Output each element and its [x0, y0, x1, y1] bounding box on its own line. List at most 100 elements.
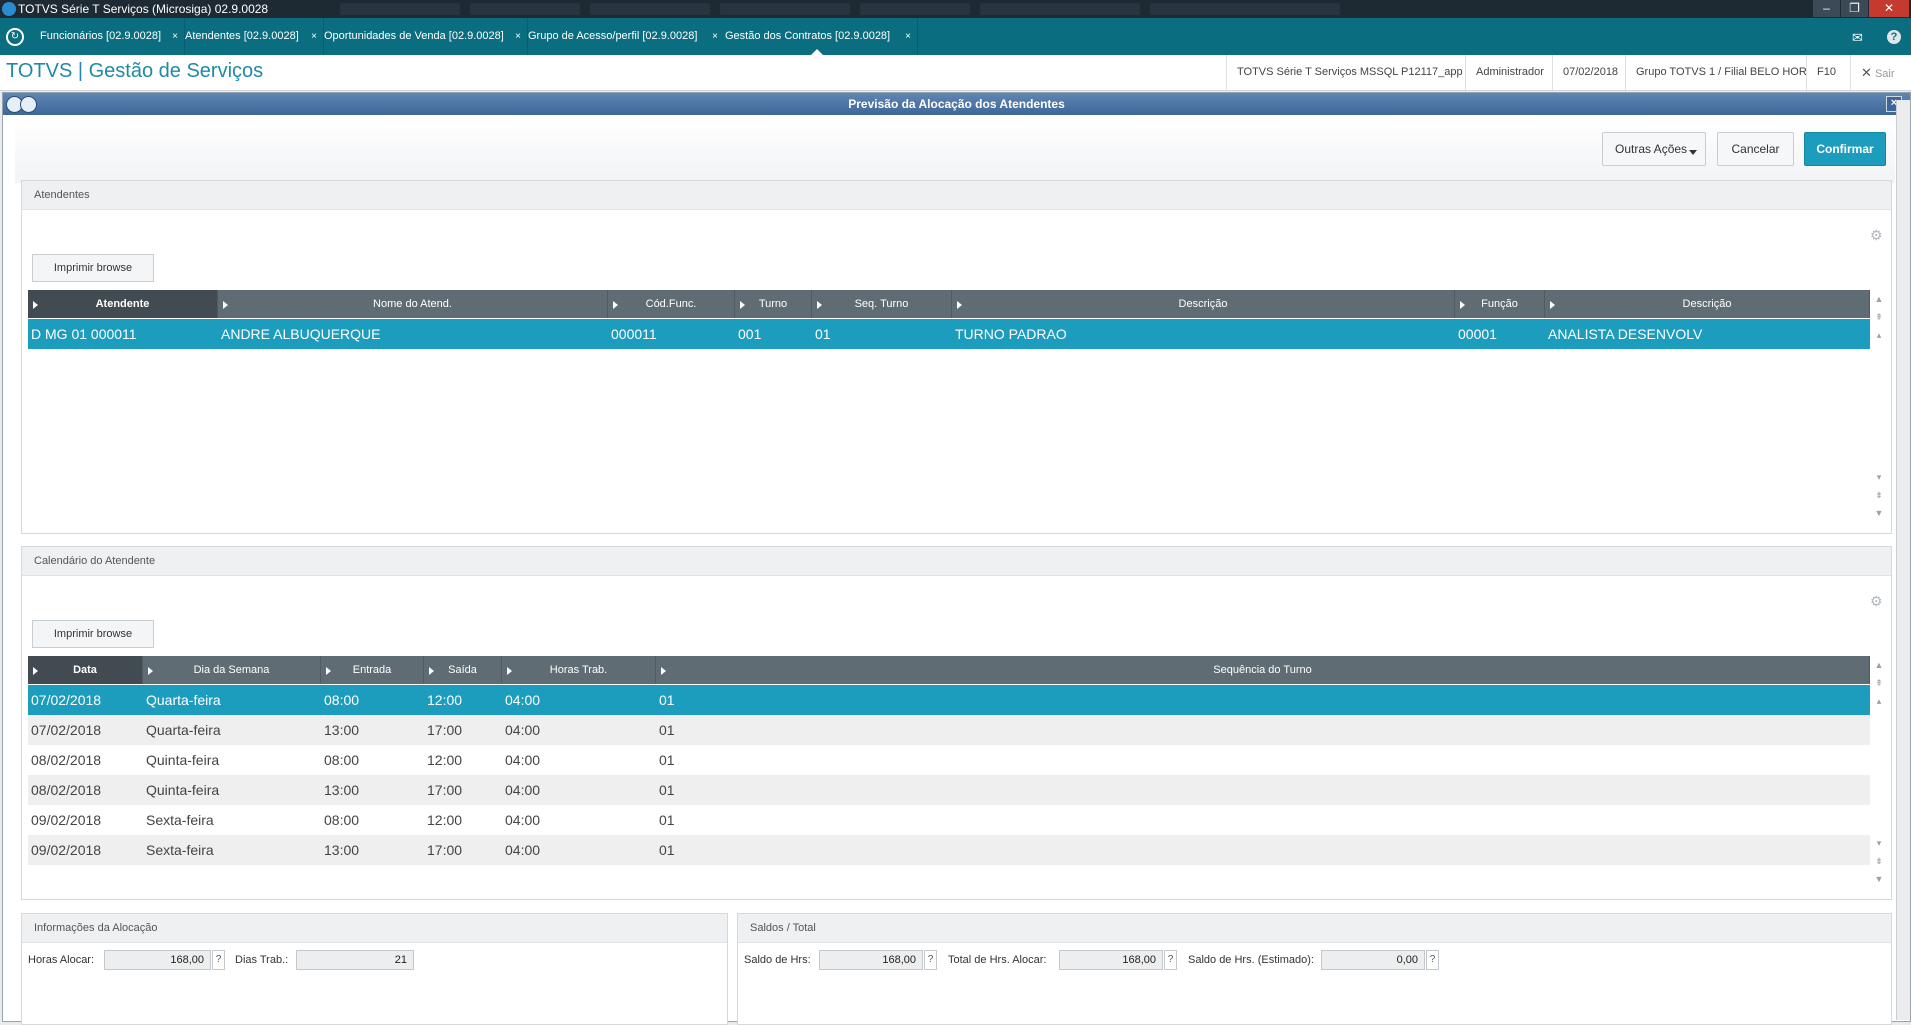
total-hours-label: Total de Hrs. Alocar:	[948, 954, 1047, 966]
cell: 12:00	[427, 812, 463, 828]
cell: 04:00	[505, 722, 541, 738]
col-saida[interactable]: Saída	[424, 656, 502, 684]
scroll-bottom-icon[interactable]: ▼	[1873, 872, 1885, 886]
tab-grupo-acesso[interactable]: Grupo de Acesso/perfil [02.9.0028] ×	[520, 18, 725, 55]
scroll-bottom-icon[interactable]: ▼	[1873, 506, 1885, 520]
other-actions-button[interactable]: Outras Ações	[1602, 132, 1706, 166]
tab-funcionarios[interactable]: Funcionários [02.9.0028] ×	[32, 18, 185, 55]
scroll-down-icon[interactable]: ▾	[1873, 836, 1885, 850]
table-row[interactable]: 08/02/2018 Quinta-feira 13:00 17:00 04:0…	[28, 775, 1870, 805]
cell: 04:00	[505, 692, 541, 708]
close-tab-icon[interactable]: ×	[905, 18, 911, 55]
cell: 01	[659, 782, 675, 798]
tab-atendentes[interactable]: Atendentes [02.9.0028] ×	[177, 18, 324, 55]
close-window-button[interactable]: ✕	[1869, 0, 1909, 17]
totals-panel: Saldos / Total Saldo de Hrs: 168,00 ? To…	[737, 913, 1892, 1025]
cell: 12:00	[427, 692, 463, 708]
gear-icon[interactable]: ⚙	[1870, 593, 1883, 610]
cell: 13:00	[324, 722, 360, 738]
col-descricao-funcao[interactable]: Descrição	[1545, 290, 1870, 318]
close-icon: ✕	[1861, 65, 1872, 80]
background-window-hint	[980, 3, 1140, 15]
table-row[interactable]: 09/02/2018 Sexta-feira 08:00 12:00 04:00…	[28, 805, 1870, 835]
help-icon[interactable]: ?	[1164, 950, 1177, 970]
cell: 08/02/2018	[31, 752, 102, 768]
table-row[interactable]: 07/02/2018 Quarta-feira 13:00 17:00 04:0…	[28, 715, 1870, 745]
col-funcao[interactable]: Função	[1455, 290, 1545, 318]
gear-icon[interactable]: ⚙	[1870, 227, 1883, 244]
dialog-titlebar: Previsão da Alocação dos Atendentes ×	[3, 93, 1910, 115]
work-days-field[interactable]: 21	[296, 950, 414, 970]
col-cod-func[interactable]: Cód.Func.	[608, 290, 735, 318]
calendar-scrollbar[interactable]: ▲ ⇞ ▴ ▾ ⇟ ▼	[1871, 656, 1887, 894]
background-window-hint	[590, 3, 710, 15]
scroll-top-icon[interactable]: ▲	[1873, 658, 1885, 672]
estimated-balance-field[interactable]: 0,00	[1321, 950, 1425, 970]
col-nome[interactable]: Nome do Atend.	[218, 290, 608, 318]
print-browse-button[interactable]: Imprimir browse	[32, 620, 154, 648]
calendar-panel: Calendário do Atendente ⚙ Imprimir brows…	[21, 546, 1892, 900]
help-icon[interactable]: ?	[1426, 950, 1439, 970]
help-icon[interactable]: ?	[924, 950, 937, 970]
help-icon[interactable]: ?	[212, 950, 225, 970]
attendants-panel-title: Atendentes	[22, 181, 1891, 210]
col-turno[interactable]: Turno	[735, 290, 812, 318]
scroll-page-up-icon[interactable]: ⇞	[1873, 676, 1885, 690]
col-data[interactable]: Data	[28, 656, 143, 684]
tab-gestao-contratos[interactable]: Gestão dos Contratos [02.9.0028] ×	[717, 18, 918, 55]
col-dia-semana[interactable]: Dia da Semana	[143, 656, 321, 684]
minimize-button[interactable]: ‒	[1813, 0, 1840, 17]
cell: ANDRE ALBUQUERQUE	[221, 326, 381, 342]
allocation-info-title: Informações da Alocação	[22, 914, 727, 943]
cell: 08:00	[324, 692, 360, 708]
table-row[interactable]: 08/02/2018 Quinta-feira 08:00 12:00 04:0…	[28, 745, 1870, 775]
cell: 000011	[611, 326, 657, 342]
scroll-page-down-icon[interactable]: ⇟	[1873, 488, 1885, 502]
col-horas-trab[interactable]: Horas Trab.	[502, 656, 656, 684]
cell: Sexta-feira	[146, 812, 214, 828]
scroll-up-icon[interactable]: ▴	[1873, 328, 1885, 342]
attendants-scrollbar[interactable]: ▲ ⇞ ▴ ▾ ⇟ ▼	[1871, 290, 1887, 528]
maximize-button[interactable]: ❐	[1841, 0, 1868, 17]
cell: Quarta-feira	[146, 692, 221, 708]
table-row[interactable]: 09/02/2018 Sexta-feira 13:00 17:00 04:00…	[28, 835, 1870, 865]
col-seq-turno[interactable]: Seq. Turno	[812, 290, 952, 318]
table-row[interactable]: 07/02/2018 Quarta-feira 08:00 12:00 04:0…	[28, 685, 1870, 715]
f10-shortcut[interactable]: F10	[1806, 55, 1846, 90]
hours-to-allocate-label: Horas Alocar:	[28, 954, 95, 966]
print-browse-button[interactable]: Imprimir browse	[32, 254, 154, 282]
cell: 01	[659, 692, 675, 708]
page-scrollbar[interactable]	[1896, 100, 1910, 1020]
confirm-button[interactable]: Confirmar	[1804, 132, 1886, 166]
help-icon[interactable]: ?	[1887, 30, 1901, 44]
window-controls: ‒ ❐ ✕	[1812, 0, 1909, 17]
balance-hours-field[interactable]: 168,00	[819, 950, 923, 970]
cell: 08:00	[324, 812, 360, 828]
mail-icon[interactable]: ✉	[1852, 30, 1863, 46]
background-window-hint	[860, 3, 970, 15]
cell: ANALISTA DESENVOLV	[1548, 326, 1703, 342]
totals-title: Saldos / Total	[738, 914, 1891, 943]
col-sequencia-turno[interactable]: Sequência do Turno	[656, 656, 1870, 684]
dialog-app-icon	[20, 96, 37, 113]
dialog-title: Previsão da Alocação dos Atendentes	[848, 97, 1065, 111]
total-hours-field[interactable]: 168,00	[1059, 950, 1163, 970]
cancel-button[interactable]: Cancelar	[1717, 132, 1794, 166]
hours-to-allocate-field[interactable]: 168,00	[104, 950, 211, 970]
exit-button[interactable]: ✕ Sair	[1850, 55, 1905, 90]
scroll-top-icon[interactable]: ▲	[1873, 292, 1885, 306]
background-window-hint	[340, 3, 460, 15]
col-atendente[interactable]: Atendente	[28, 290, 218, 318]
scroll-down-icon[interactable]: ▾	[1873, 470, 1885, 484]
col-entrada[interactable]: Entrada	[321, 656, 424, 684]
tab-oportunidades[interactable]: Oportunidades de Venda [02.9.0028] ×	[316, 18, 528, 55]
brand-title: TOTVS | Gestão de Serviços	[6, 60, 264, 82]
table-row[interactable]: D MG 01 000011 ANDRE ALBUQUERQUE 000011 …	[28, 319, 1870, 349]
scroll-up-icon[interactable]: ▴	[1873, 694, 1885, 708]
cell: 00001	[1458, 326, 1497, 342]
scroll-page-up-icon[interactable]: ⇞	[1873, 310, 1885, 324]
totvs-logo-icon[interactable]: ↻	[6, 28, 24, 46]
grid-header: Atendente Nome do Atend. Cód.Func. Turno…	[28, 290, 1870, 318]
scroll-page-down-icon[interactable]: ⇟	[1873, 854, 1885, 868]
col-descricao[interactable]: Descrição	[952, 290, 1455, 318]
